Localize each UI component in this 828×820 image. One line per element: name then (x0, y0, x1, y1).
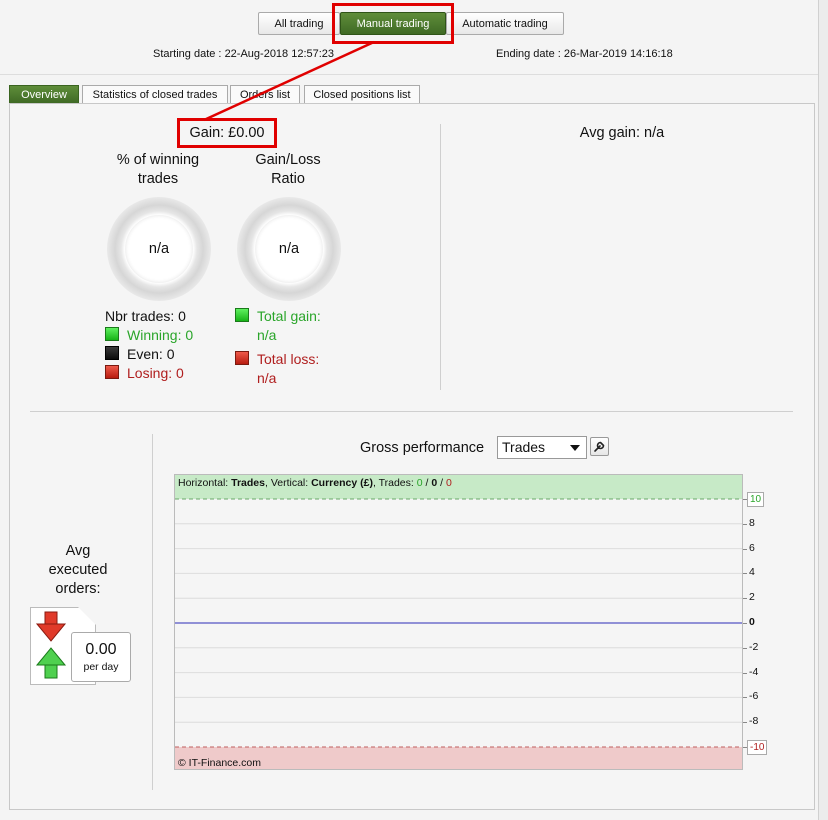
total-gain-label: Total gain: (257, 308, 321, 324)
chevron-down-icon (570, 445, 580, 451)
info-horizontal-label: Horizontal: (178, 477, 229, 489)
y-tick-mark (743, 747, 747, 748)
y-tick-mark (743, 623, 747, 624)
wrench-icon (594, 441, 605, 452)
performance-axis-select[interactable]: Trades (497, 436, 587, 459)
info-horizontal-value: Trades (231, 477, 265, 489)
y-tick-label: 6 (749, 541, 755, 554)
orders-label-line2: executed (48, 562, 108, 578)
chart-info-line: Horizontal: Trades, Vertical: Currency (… (178, 477, 452, 489)
total-loss-legend-icon (235, 351, 249, 365)
y-tick-label: -4 (749, 665, 759, 678)
winning-pct-label-line2: trades (137, 171, 179, 187)
y-tick-mark (743, 722, 747, 724)
y-tick-mark (743, 548, 747, 550)
y-tick-label: -10 (747, 740, 768, 755)
ratio-value: n/a (278, 241, 300, 257)
gross-performance-title: Gross performance (360, 440, 485, 456)
info-trades-sep: / (437, 477, 446, 489)
y-tick-label: -2 (749, 640, 759, 653)
sell-arrow-down-icon (35, 611, 67, 642)
ratio-donut: n/a (237, 197, 341, 301)
winning-pct-value: n/a (148, 241, 170, 257)
y-tick-mark (743, 697, 747, 699)
y-tick-mark (743, 672, 747, 674)
orders-label-line3: orders: (55, 581, 101, 597)
info-trades-loss: 0 (445, 477, 452, 489)
y-tick-mark (743, 598, 747, 600)
y-tick-mark (743, 499, 747, 500)
winning-count: Winning: 0 (127, 327, 194, 343)
y-tick-label: 2 (749, 591, 755, 604)
y-tick-mark (743, 573, 747, 575)
total-loss-label: Total loss: (257, 351, 320, 367)
gross-performance-chart: Horizontal: Trades, Vertical: Currency (… (174, 474, 743, 770)
chart-settings-button[interactable] (590, 437, 609, 456)
window-edge (818, 0, 828, 820)
orders-per-day-box: 0.00 per day (71, 632, 131, 682)
total-loss-value: n/a (257, 370, 277, 386)
info-trades-label: , Trades: (372, 477, 414, 489)
y-tick-mark (743, 523, 747, 525)
orders-per-day-value: 0.00 (85, 641, 117, 658)
gain-value: Gain: £0.00 (189, 125, 265, 141)
winning-legend-icon (105, 327, 119, 341)
avg-gain: Avg gain: n/a (579, 125, 665, 141)
total-gain-legend-icon (235, 308, 249, 322)
winning-pct-donut: n/a (107, 197, 211, 301)
losing-legend-icon (105, 365, 119, 379)
y-tick-label: 10 (747, 492, 765, 507)
winning-pct-label: % of winning trades (96, 151, 220, 189)
info-vertical-value: Currency (£) (311, 477, 373, 489)
ratio-label-line2: Ratio (271, 171, 305, 187)
chart-plot (175, 475, 742, 769)
info-vertical-label: , Vertical: (264, 477, 309, 489)
y-tick-label: 8 (749, 516, 755, 529)
y-tick-label: -6 (749, 690, 759, 703)
y-tick-label: 0 (749, 616, 755, 628)
total-gain-value: n/a (257, 327, 277, 343)
buy-arrow-up-icon (35, 647, 67, 679)
even-legend-icon (105, 346, 119, 360)
y-tick-mark (743, 647, 747, 649)
performance-axis-select-value: Trades (502, 439, 546, 455)
even-count: Even: 0 (127, 346, 175, 362)
chart-copyright: © IT-Finance.com (178, 757, 262, 769)
losing-count: Losing: 0 (127, 365, 184, 381)
ratio-label-line1: Gain/Loss (255, 152, 321, 168)
y-tick-label: 4 (749, 566, 755, 579)
avg-executed-orders-label: Avg executed orders: (30, 542, 126, 599)
orders-label-line1: Avg (65, 543, 91, 559)
ratio-label: Gain/Loss Ratio (226, 151, 350, 189)
y-tick-label: -8 (749, 715, 759, 728)
nbr-trades: Nbr trades: 0 (105, 308, 186, 324)
orders-per-day-unit: per day (83, 661, 119, 673)
winning-pct-label-line1: % of winning (116, 152, 200, 168)
